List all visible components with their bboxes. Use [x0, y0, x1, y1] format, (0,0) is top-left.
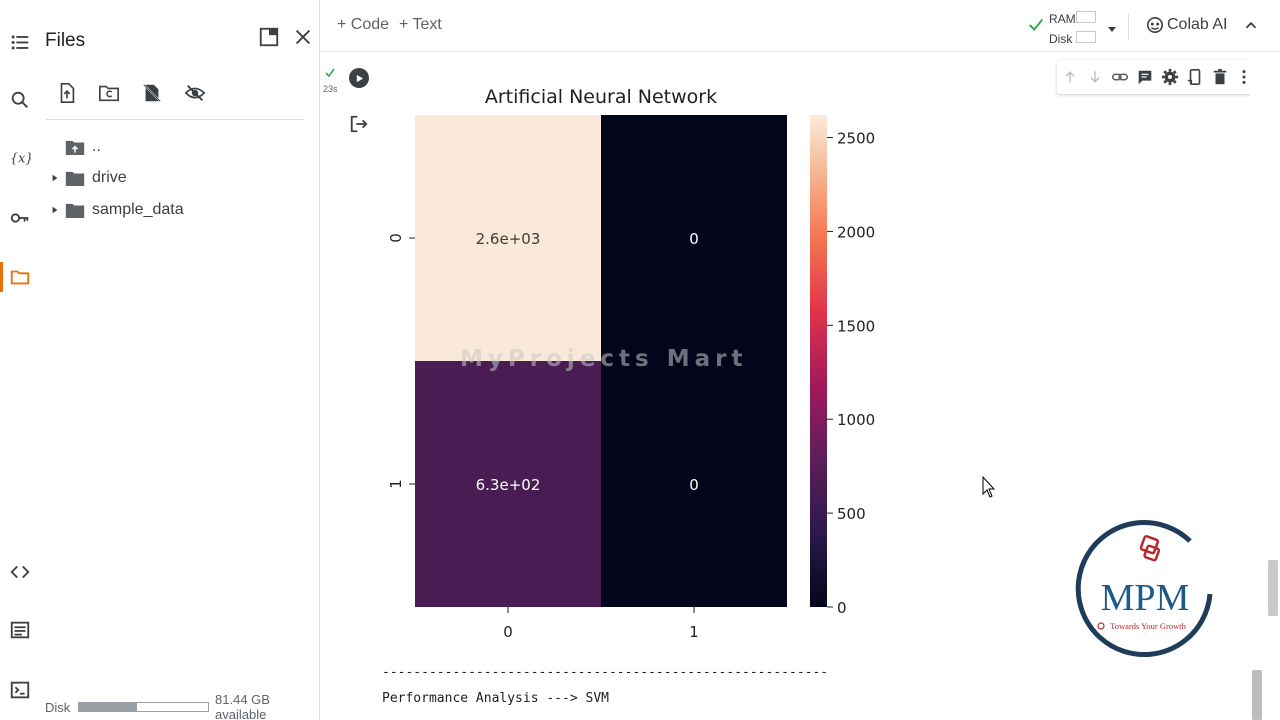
ram-label: RAM	[1049, 12, 1076, 26]
disk-sparkline	[1076, 31, 1096, 43]
left-rail: {x}	[0, 0, 38, 720]
colorbar	[810, 115, 827, 607]
colab-ai-label: Colab AI	[1167, 16, 1228, 33]
x-tick-label: 0	[503, 623, 513, 641]
command-palette-icon[interactable]	[6, 616, 34, 644]
secrets-key-icon[interactable]	[6, 204, 34, 232]
variables-icon[interactable]: {x}	[6, 144, 34, 172]
connected-check-icon	[1027, 16, 1045, 39]
toolbar-separator	[1128, 14, 1129, 40]
colorbar-tick-label: 1500	[837, 317, 875, 335]
table-of-contents-icon[interactable]	[6, 28, 34, 56]
search-icon[interactable]	[6, 86, 34, 114]
active-indicator	[0, 262, 3, 292]
disk-usage-bar	[78, 702, 210, 712]
x-tick-label: 1	[689, 623, 699, 641]
close-icon[interactable]	[290, 24, 316, 50]
files-divider	[46, 119, 304, 120]
scroll-thumb[interactable]	[1252, 670, 1262, 720]
colab-ai-button[interactable]: Colab AI	[1146, 16, 1227, 34]
tree-item-label: drive	[92, 169, 127, 186]
cell-annotation: 0	[689, 230, 699, 248]
cell-annotation: 2.6e+03	[476, 230, 541, 248]
tree-item-drive[interactable]: drive	[46, 166, 127, 190]
output-dash-line-2: ----------------------------------------…	[382, 712, 828, 720]
colorbar-tick-label: 2000	[837, 223, 875, 241]
upload-file-icon[interactable]	[53, 79, 81, 107]
colorbar-tick-label: 500	[837, 505, 866, 523]
folder-up-icon	[64, 138, 86, 156]
ram-sparkline	[1076, 11, 1096, 23]
tree-item-sample-data[interactable]: sample_data	[46, 198, 184, 222]
cell-annotation: 6.3e+02	[476, 476, 541, 494]
tree-item-label: sample_data	[92, 201, 184, 218]
colorbar-tick-label: 2500	[837, 130, 875, 148]
open-in-tab-icon[interactable]	[256, 24, 282, 50]
files-panel-title: Files	[45, 30, 86, 51]
unmount-drive-icon[interactable]	[138, 79, 166, 107]
y-tick-label: 0	[387, 233, 405, 243]
mpm-logo: MPM Towards Your Growth	[1075, 519, 1215, 659]
tree-item-label: ..	[92, 138, 101, 155]
folder-icon	[64, 169, 86, 187]
scrollbar[interactable]	[1250, 52, 1280, 720]
files-panel: Files .. drive sample_data Disk 81.44 GB…	[38, 0, 320, 720]
folder-icon	[64, 201, 86, 219]
notebook-area: 23s Artificial Neural Network 2.6e+03 0 …	[320, 52, 1280, 720]
y-tick-label: 1	[387, 479, 405, 489]
colab-ai-icon	[1146, 16, 1164, 34]
chevron-down-icon[interactable]	[1107, 21, 1117, 39]
colab-window: {x} Files	[0, 0, 1280, 720]
disk-usage: Disk 81.44 GB available	[45, 692, 319, 720]
expand-caret-icon[interactable]	[46, 201, 64, 219]
add-code-button[interactable]: + Code	[337, 16, 389, 34]
svg-text:{x}: {x}	[10, 152, 31, 167]
cell-annotation: 0	[689, 476, 699, 494]
expand-caret-icon[interactable]	[46, 169, 64, 187]
disk-label: Disk	[45, 699, 71, 715]
output-performance-line: Performance Analysis ---> SVM	[382, 691, 609, 706]
disk-available: 81.44 GB available	[215, 692, 270, 720]
mouse-cursor-icon	[982, 476, 996, 498]
resource-indicator[interactable]: RAM Disk	[1049, 9, 1076, 49]
colorbar-tick-label: 0	[837, 599, 847, 617]
notebook-toolbar: + Code + Text RAM Disk Colab AI	[320, 0, 1280, 52]
terminal-icon[interactable]	[6, 676, 34, 704]
colorbar-tick-label: 1000	[837, 411, 875, 429]
code-snippets-icon[interactable]	[6, 558, 34, 586]
tree-item-parent[interactable]: ..	[46, 135, 101, 159]
chevron-up-icon[interactable]	[1242, 16, 1260, 39]
outer-scroll-thumb[interactable]	[1268, 560, 1278, 616]
watermark-text: MyProjects Mart	[460, 346, 748, 372]
logo-tagline: Towards Your Growth	[1110, 621, 1186, 631]
logo-text: MPM	[1101, 577, 1190, 619]
cell-output-text: ----------------------------------------…	[382, 660, 828, 720]
add-text-button[interactable]: + Text	[399, 16, 442, 34]
refresh-folder-icon[interactable]	[95, 79, 123, 107]
hide-hidden-files-icon[interactable]	[181, 79, 209, 107]
folder-icon[interactable]	[6, 263, 34, 291]
output-dash-line: ----------------------------------------…	[382, 665, 829, 680]
chart-title: Artificial Neural Network	[485, 86, 717, 108]
disk-label: Disk	[1049, 32, 1073, 46]
disk-usage-fill	[79, 703, 138, 711]
